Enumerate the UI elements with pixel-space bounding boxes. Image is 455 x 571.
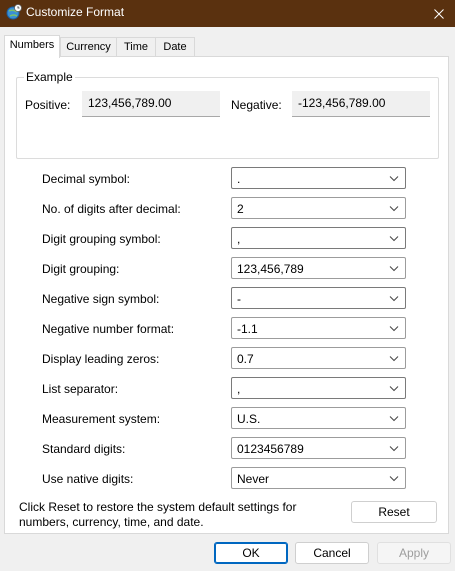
standard-digits-label: Standard digits: [42, 442, 126, 456]
negative-number-format-label: Negative number format: [42, 322, 175, 336]
combo-value: 123,456,789 [237, 262, 304, 276]
chevron-down-icon [389, 446, 399, 452]
chevron-down-icon [389, 176, 399, 182]
digit-grouping-label: Digit grouping: [42, 262, 120, 276]
combo-value: . [237, 172, 241, 186]
positive-example-value: 123,456,789.00 [82, 91, 220, 117]
combo-value: - [237, 292, 241, 306]
apply-button[interactable]: Apply [377, 542, 451, 564]
negative-label: Negative: [231, 98, 282, 112]
example-group: Example Positive: 123,456,789.00 Negativ… [16, 70, 439, 159]
combo-value: 0.7 [237, 352, 254, 366]
negative-sign-symbol-combo[interactable]: - [231, 287, 406, 309]
digit-grouping-combo[interactable]: 123,456,789 [231, 257, 406, 279]
chevron-down-icon [389, 326, 399, 332]
tab-time[interactable]: Time [116, 37, 156, 57]
combo-value: , [237, 232, 241, 246]
chevron-down-icon [389, 266, 399, 272]
list-separator-combo[interactable]: , [231, 377, 406, 399]
window-title: Customize Format [26, 5, 125, 19]
globe-clock-icon [6, 4, 22, 20]
digit-grouping-symbol-label: Digit grouping symbol: [42, 232, 161, 246]
measurement-system-combo[interactable]: U.S. [231, 407, 406, 429]
title-bar: Customize Format [0, 0, 455, 27]
decimal-symbol-combo[interactable]: . [231, 167, 406, 189]
combo-value: -1.1 [237, 322, 258, 336]
tab-date[interactable]: Date [155, 37, 195, 57]
chevron-down-icon [389, 416, 399, 422]
positive-label: Positive: [25, 98, 71, 112]
digit-grouping-symbol-combo[interactable]: , [231, 227, 406, 249]
use-native-digits-combo[interactable]: Never [231, 467, 406, 489]
combo-value: U.S. [237, 412, 261, 426]
decimal-symbol-label: Decimal symbol: [42, 172, 131, 186]
numbers-panel: Example Positive: 123,456,789.00 Negativ… [4, 56, 449, 534]
combo-value: 2 [237, 202, 244, 216]
display-leading-zeros-combo[interactable]: 0.7 [231, 347, 406, 369]
close-button[interactable] [423, 0, 455, 27]
display-leading-zeros-label: Display leading zeros: [42, 352, 160, 366]
combo-value: Never [237, 472, 270, 486]
cancel-button[interactable]: Cancel [295, 542, 369, 564]
negative-number-format-combo[interactable]: -1.1 [231, 317, 406, 339]
close-icon [434, 8, 444, 19]
measurement-system-label: Measurement system: [42, 412, 161, 426]
chevron-down-icon [389, 236, 399, 242]
list-separator-label: List separator: [42, 382, 119, 396]
example-label: Example [24, 70, 75, 84]
chevron-down-icon [389, 356, 399, 362]
chevron-down-icon [389, 386, 399, 392]
negative-example-value: -123,456,789.00 [292, 91, 430, 117]
chevron-down-icon [389, 206, 399, 212]
ok-button[interactable]: OK [214, 542, 288, 564]
combo-value: 0123456789 [237, 442, 304, 456]
dialog-button-bar: OK Cancel Apply [0, 534, 455, 571]
digits-after-decimal-label: No. of digits after decimal: [42, 202, 181, 216]
tab-currency[interactable]: Currency [60, 37, 117, 57]
reset-note: Click Reset to restore the system defaul… [19, 500, 297, 529]
combo-value: , [237, 382, 241, 396]
reset-button[interactable]: Reset [351, 501, 437, 523]
chevron-down-icon [389, 476, 399, 482]
negative-sign-symbol-label: Negative sign symbol: [42, 292, 160, 306]
chevron-down-icon [389, 296, 399, 302]
tab-numbers[interactable]: Numbers [4, 35, 60, 58]
standard-digits-combo[interactable]: 0123456789 [231, 437, 406, 459]
digits-after-decimal-combo[interactable]: 2 [231, 197, 406, 219]
use-native-digits-label: Use native digits: [42, 472, 134, 486]
